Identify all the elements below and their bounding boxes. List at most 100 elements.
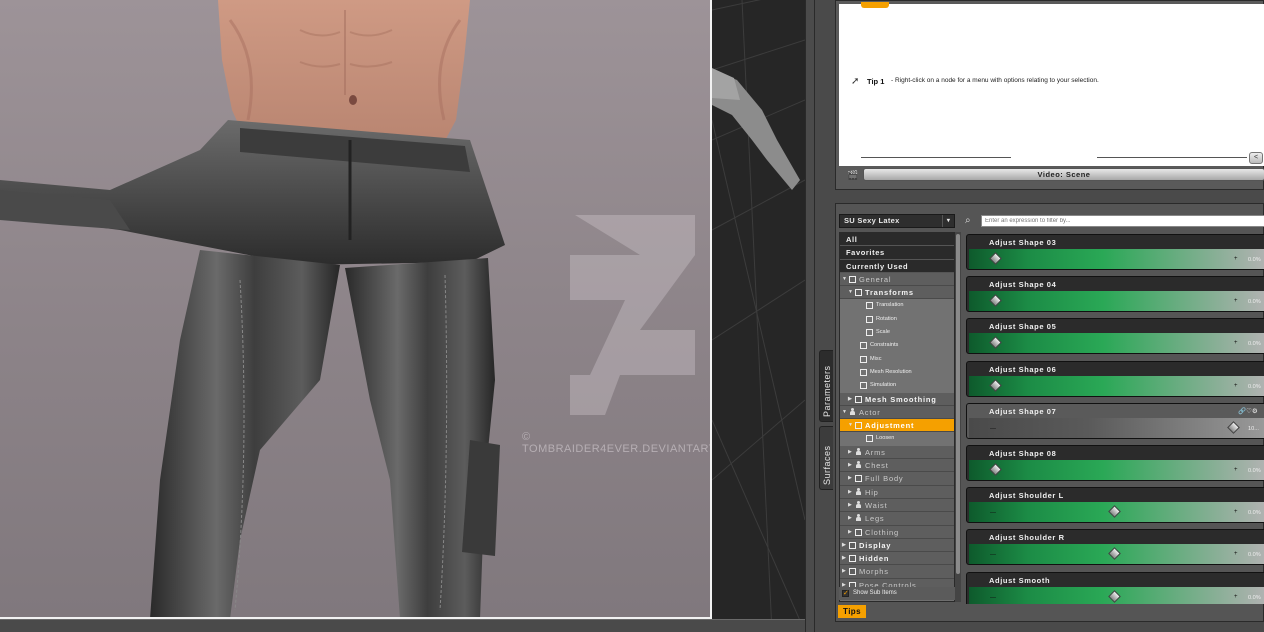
slider-label: Adjust Shoulder R (989, 533, 1065, 543)
tree-top-item[interactable]: All (840, 233, 954, 247)
slider-max-marker: + (1234, 256, 1238, 262)
viewport[interactable]: © TOMBRAIDER4EVER.DEVIANTART.COM (0, 0, 805, 632)
expand-down-icon[interactable]: ▼ (842, 273, 848, 286)
tree-item[interactable]: ▶ Clothing (840, 525, 954, 539)
tree-item[interactable]: ▼ General (840, 272, 954, 287)
tab-parameters[interactable]: Parameters (819, 350, 833, 422)
tree-item[interactable]: ▼ Actor (840, 405, 954, 420)
gear-icon[interactable]: ⚙ (1252, 408, 1258, 415)
property-group-icon (866, 435, 873, 443)
slider-value[interactable]: 0.0% (1248, 468, 1261, 474)
expand-right-icon[interactable]: ▶ (848, 512, 853, 525)
tab-surfaces[interactable]: Surfaces (819, 426, 833, 490)
expand-right-icon[interactable]: ▶ (848, 472, 853, 485)
slider-track[interactable]: —+0.0% (969, 502, 1264, 523)
expand-right-icon[interactable]: ▶ (842, 565, 847, 578)
tree-item-label: Morphs (859, 567, 889, 577)
expand-right-icon[interactable]: ▶ (848, 486, 853, 499)
figure-icon (855, 461, 862, 469)
expand-down-icon[interactable]: ▼ (842, 406, 848, 419)
expand-right-icon[interactable]: ▶ (848, 393, 853, 406)
parameter-slider[interactable]: Adjust Shape 04—+0.0% (966, 276, 1264, 313)
tree-item[interactable]: ▶ Arms (840, 445, 954, 460)
tree-top-item[interactable]: Favorites (840, 246, 954, 260)
parameter-slider[interactable]: Adjust Shape 05—+0.0% (966, 318, 1264, 355)
slider-value[interactable]: 0.0% (1248, 384, 1261, 390)
preset-dropdown[interactable]: SU Sexy Latex ▾ (839, 214, 955, 228)
expand-down-icon[interactable]: ▼ (848, 286, 854, 299)
expand-right-icon[interactable]: ▶ (848, 499, 853, 512)
tree-item[interactable]: ▶ Display (840, 538, 954, 553)
slider-value[interactable]: 0.0% (1248, 341, 1261, 347)
parameter-slider[interactable]: Adjust Smooth — +0.0% (966, 571, 1264, 604)
slider-track[interactable]: —+0.0% (969, 333, 1264, 354)
slider-track[interactable]: —+10... (969, 417, 1264, 438)
slider-label: Adjust Shape 05 (989, 322, 1057, 332)
figure-icon (855, 447, 862, 456)
slider-handle[interactable] (1108, 547, 1121, 561)
tree-scrollbar[interactable] (955, 232, 961, 602)
parameter-slider[interactable]: Adjust Shoulder L — +0.0% (966, 487, 1264, 524)
tree-scrollbar-thumb[interactable] (956, 234, 960, 574)
tree-item[interactable]: ▶ Morphs (840, 565, 954, 579)
pane-splitter[interactable] (805, 0, 815, 632)
watermark-text: © TOMBRAIDER4EVER.DEVIANTART.COM (522, 431, 712, 455)
slider-option-icons[interactable]: 🔗♡⚙ (1238, 407, 1258, 415)
tree-item[interactable]: Simulation (840, 379, 954, 393)
tree-item[interactable]: Rotation (840, 312, 954, 327)
tree-item[interactable]: ▶ Hidden (840, 552, 954, 566)
tree-item[interactable]: Scale (840, 326, 954, 340)
slider-track[interactable]: —+0.0% (969, 249, 1264, 269)
link-icon[interactable]: 🔗 (1238, 408, 1246, 415)
expand-right-icon[interactable]: ▶ (842, 539, 847, 552)
tree-item[interactable]: ▼ Transforms (840, 286, 954, 300)
tree-item[interactable]: ▶ Mesh Smoothing (840, 392, 954, 406)
slider-handle[interactable] (1108, 589, 1121, 603)
tree-top-item[interactable]: Currently Used (840, 259, 954, 273)
parameter-slider[interactable]: Adjust Shape 07 🔗♡⚙ —+10... (966, 402, 1264, 439)
expand-right-icon[interactable]: ▶ (848, 446, 853, 459)
tree-item[interactable]: Mesh Resolution (840, 365, 954, 380)
show-sub-items-checkbox[interactable]: ✓ Show Sub Items (839, 587, 955, 600)
slider-handle[interactable] (1227, 420, 1240, 434)
parameter-slider[interactable]: Adjust Shape 08 —+0.0% (966, 445, 1264, 481)
expand-right-icon[interactable]: ▶ (842, 552, 847, 565)
property-group-icon (855, 289, 862, 297)
tree-item[interactable]: Translation (840, 299, 954, 313)
tree-item[interactable]: ▶ Waist (840, 498, 954, 513)
expand-down-icon[interactable]: ▼ (848, 419, 854, 432)
parameter-slider[interactable]: Adjust Shape 03 —+0.0% (966, 234, 1264, 270)
slider-value[interactable]: 0.0% (1248, 299, 1261, 305)
slider-value[interactable]: 0.0% (1248, 552, 1261, 558)
video-scene-button[interactable]: Video: Scene (863, 168, 1264, 181)
parameter-slider[interactable]: Adjust Shoulder R — +0.0% (966, 529, 1264, 566)
property-group-icon (866, 302, 873, 310)
tree-item[interactable]: ▶ Legs (840, 512, 954, 526)
tree-item[interactable]: ▶ Hip (840, 485, 954, 499)
slider-track[interactable]: —+0.0% (969, 375, 1264, 396)
tree-item-label: Legs (865, 514, 885, 524)
parameter-slider[interactable]: Adjust Shape 06—+0.0% (966, 360, 1264, 397)
tree-item[interactable]: ▼ Adjustment (840, 419, 954, 433)
tree-item[interactable]: Misc (840, 352, 954, 366)
slider-value[interactable]: 0.0% (1248, 510, 1261, 516)
slider-track[interactable]: —+0.0% (969, 544, 1264, 565)
slider-handle[interactable] (1108, 505, 1121, 519)
slider-track[interactable]: —+0.0% (969, 291, 1264, 312)
tips-tab[interactable]: Tips (838, 605, 866, 618)
filter-input[interactable] (981, 215, 1264, 227)
tree-item[interactable]: ▶ Chest (840, 459, 954, 473)
slider-track[interactable]: —+0.0% (969, 586, 1264, 604)
slider-value[interactable]: 10... (1248, 426, 1259, 432)
slider-track[interactable]: —+0.0% (969, 460, 1264, 480)
tip-previous-button[interactable]: < (1249, 152, 1263, 164)
search-icon[interactable]: ⌕ (965, 215, 971, 226)
slider-value[interactable]: 0.0% (1248, 257, 1261, 263)
tree-item[interactable]: Constraints (840, 339, 954, 353)
expand-right-icon[interactable]: ▶ (848, 459, 853, 472)
tree-item[interactable]: Loosen (840, 432, 954, 446)
tree-item-label: General (859, 274, 892, 284)
slider-value[interactable]: 0.0% (1248, 595, 1261, 601)
tree-item[interactable]: ▶ Full Body (840, 472, 954, 486)
expand-right-icon[interactable]: ▶ (848, 526, 853, 539)
